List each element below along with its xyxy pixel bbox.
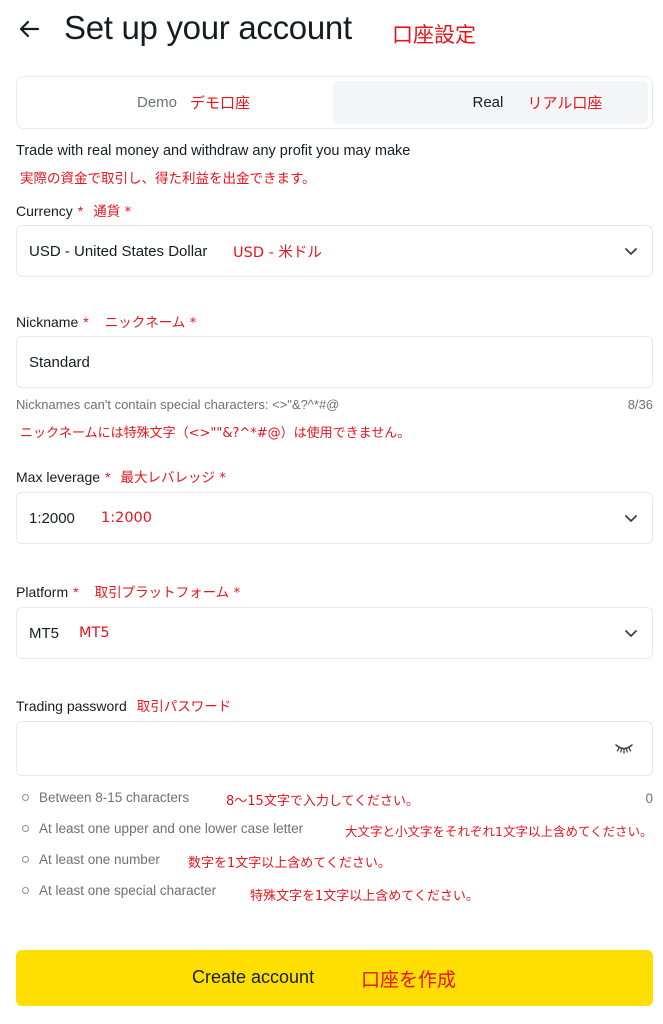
platform-label: Platform * 取引プラットフォーム *	[16, 581, 240, 601]
nickname-label-annotation: ニックネーム *	[104, 315, 197, 331]
rule-status-icon	[22, 794, 29, 801]
tab-demo-annotation: デモ口座	[190, 94, 251, 112]
eye-closed-icon[interactable]	[614, 741, 634, 755]
currency-value-annotation: USD - 米ドル	[233, 244, 322, 261]
nickname-hint-annotation: ニックネームには特殊文字（<>""&?^*#@）は使用できません。	[20, 426, 411, 441]
chevron-down-icon	[625, 630, 637, 637]
leverage-value-annotation: 1:2000	[101, 510, 153, 526]
rule-annotation: 数字を1文字以上含めてください。	[188, 856, 391, 871]
platform-select[interactable]: MT5 MT5	[16, 607, 653, 659]
tab-demo[interactable]: Demo デモ口座	[17, 77, 333, 128]
platform-label-annotation: 取引プラットフォーム *	[94, 585, 241, 601]
leverage-label-annotation: 最大レバレッジ *	[120, 470, 227, 486]
tab-real-label: Real	[472, 94, 504, 111]
chevron-down-icon	[625, 248, 637, 255]
nickname-input[interactable]: Standard	[16, 336, 653, 388]
rule-status-icon	[22, 825, 29, 832]
password-label-text: Trading password	[16, 698, 127, 714]
nickname-value: Standard	[29, 353, 90, 371]
rule-annotation: 8～15文字で入力してください。	[226, 794, 420, 809]
nickname-label-text: Nickname	[16, 314, 79, 330]
currency-label-annotation: 通貨 *	[93, 204, 132, 220]
rule-text: At least one number	[39, 852, 160, 867]
leverage-select[interactable]: 1:2000 1:2000	[16, 492, 653, 544]
required-mark: *	[105, 469, 111, 485]
create-account-annotation: 口座を作成	[361, 969, 457, 991]
rule-text: At least one upper and one lower case le…	[39, 821, 304, 836]
leverage-label-text: Max leverage	[16, 469, 101, 485]
rule-annotation: 特殊文字を1文字以上含めてください。	[250, 889, 479, 904]
required-mark: *	[83, 314, 89, 330]
password-counter: 0	[645, 791, 653, 806]
currency-value: USD - United States Dollar	[29, 242, 208, 260]
rule-annotation: 大文字と小文字をそれぞれ1文字以上含めてください。	[345, 824, 653, 839]
currency-label-text: Currency	[16, 203, 73, 219]
create-account-label: Create account	[192, 967, 315, 987]
nickname-counter: 8/36	[627, 397, 653, 412]
rule-status-icon	[22, 856, 29, 863]
password-label-annotation: 取引パスワード	[136, 699, 232, 715]
rule-text: Between 8-15 characters	[39, 790, 190, 805]
tab-real-annotation: リアル口座	[527, 94, 603, 112]
header: Set up your account 口座設定	[0, 0, 663, 60]
account-type-tabs: Demo デモ口座 Real リアル口座	[16, 76, 653, 129]
password-rule-number: At least one number	[22, 852, 160, 867]
tab-demo-label: Demo	[137, 94, 178, 111]
leverage-label: Max leverage * 最大レバレッジ *	[16, 466, 226, 486]
chevron-down-icon	[625, 515, 637, 522]
nickname-hint: Nicknames can't contain special characte…	[16, 397, 340, 412]
platform-label-text: Platform	[16, 584, 69, 600]
rule-status-icon	[22, 887, 29, 894]
page-title-annotation: 口座設定	[392, 23, 476, 47]
currency-label: Currency * 通貨 *	[16, 200, 131, 220]
password-rule-length: Between 8-15 characters	[22, 790, 189, 805]
account-description: Trade with real money and withdraw any p…	[16, 143, 411, 159]
password-label: Trading password 取引パスワード	[16, 695, 231, 715]
nickname-label: Nickname * ニックネーム *	[16, 311, 196, 331]
password-input[interactable]	[16, 721, 653, 776]
required-mark: *	[77, 203, 84, 219]
platform-value: MT5	[29, 624, 59, 642]
account-description-annotation: 実際の資金で取引し、得た利益を出金できます。	[20, 171, 316, 187]
rule-text: At least one special character	[39, 883, 217, 898]
leverage-value: 1:2000	[29, 509, 75, 527]
page-title: Set up your account	[64, 9, 352, 46]
back-arrow-icon[interactable]	[18, 18, 40, 40]
platform-value-annotation: MT5	[79, 625, 110, 641]
currency-select[interactable]: USD - United States Dollar USD - 米ドル	[16, 225, 653, 277]
tab-real[interactable]: Real リアル口座	[332, 81, 648, 124]
password-rule-case: At least one upper and one lower case le…	[22, 821, 303, 836]
required-mark: *	[73, 584, 79, 600]
password-rule-special: At least one special character	[22, 883, 216, 898]
create-account-button[interactable]: Create account 口座を作成	[16, 950, 653, 1006]
